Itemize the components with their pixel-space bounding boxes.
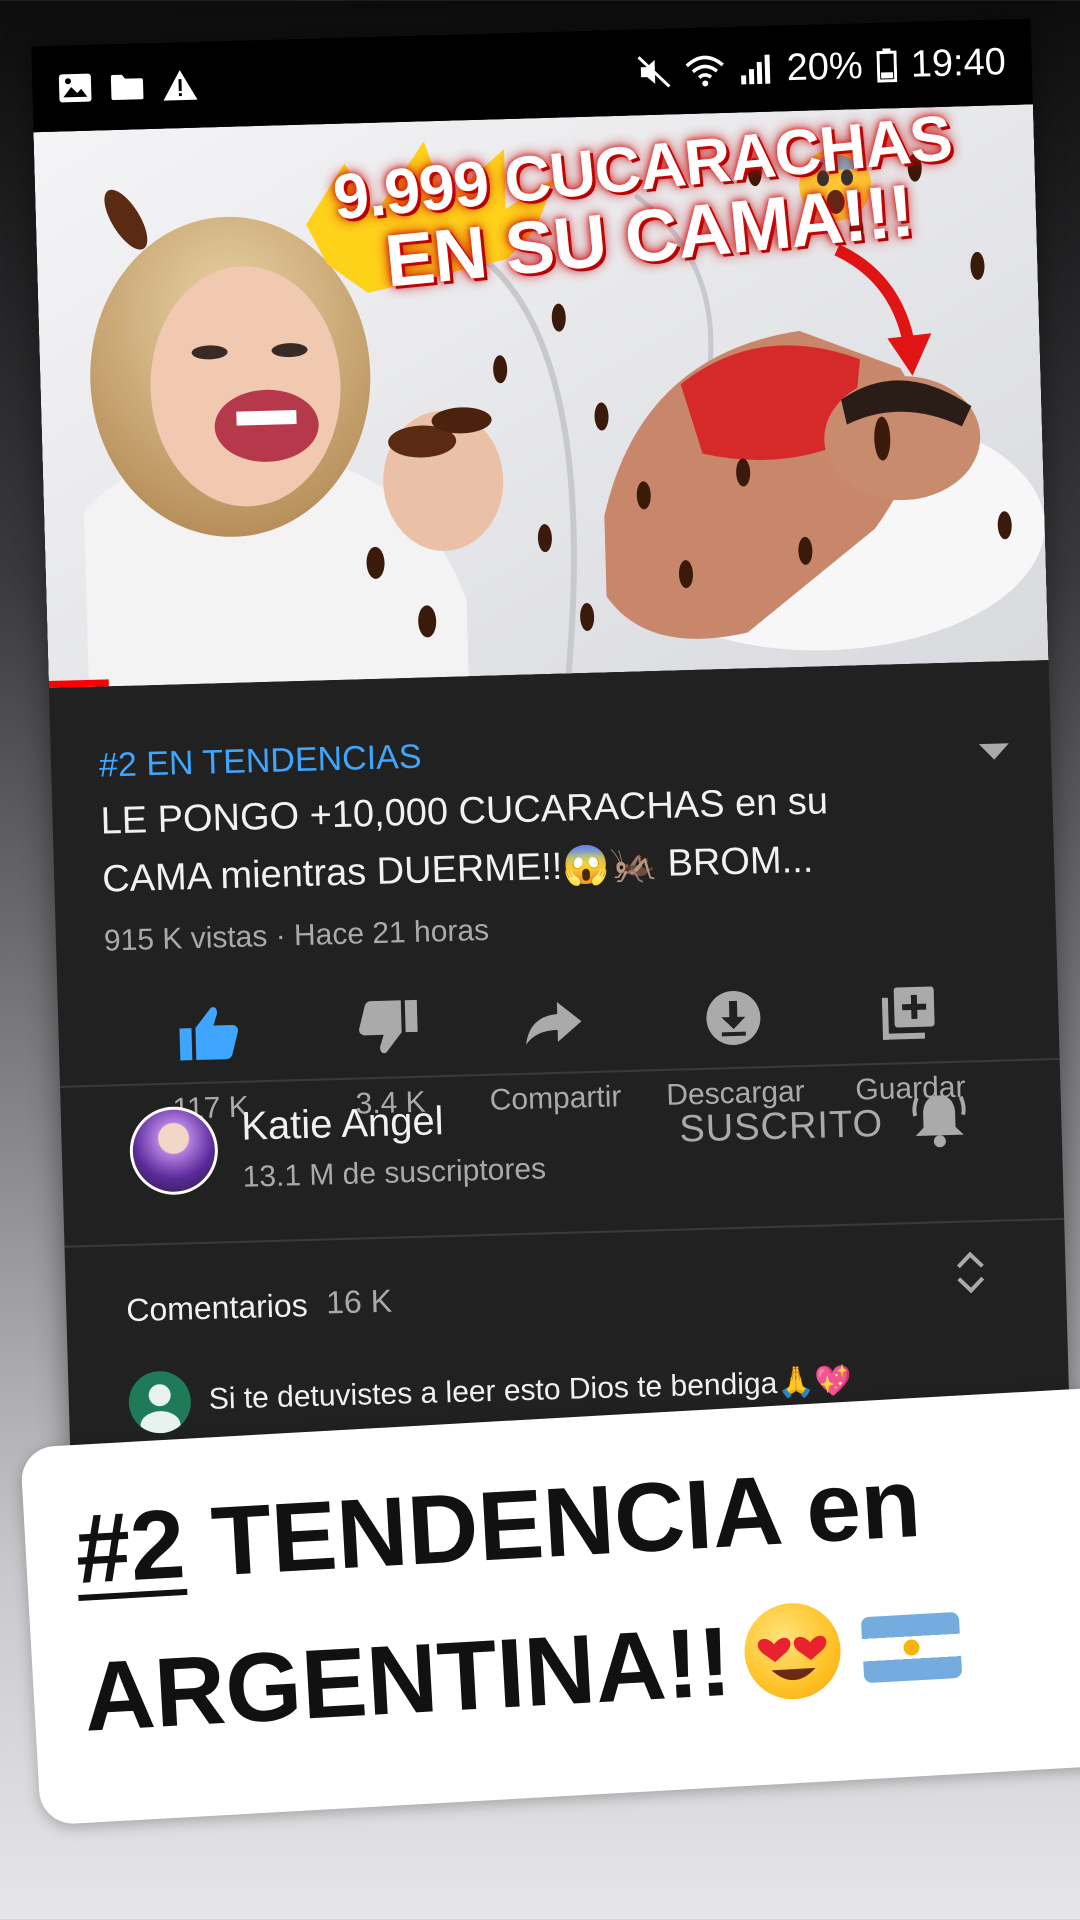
clock-time: 19:40	[910, 40, 1007, 86]
channel-avatar[interactable]	[128, 1105, 220, 1196]
youtube-screenshot: 20% 19:40 9.999 CUCARACHAS EN SU CAMA!!!…	[30, 18, 1074, 1566]
commenter-avatar	[128, 1370, 192, 1435]
thumbs-up-icon	[118, 999, 300, 1066]
subscribed-button[interactable]: SUSCRITO	[679, 1103, 884, 1152]
mute-icon	[636, 54, 671, 89]
warning-icon	[162, 69, 199, 102]
folder-icon	[110, 72, 145, 101]
channel-name[interactable]: Katie Angel	[241, 1099, 445, 1150]
image-icon	[58, 73, 93, 104]
trending-label[interactable]: #2 EN TENDENCIAS	[99, 738, 422, 786]
caption-line1: TENDENCIA en	[181, 1446, 924, 1598]
add-to-playlist-icon	[817, 980, 999, 1047]
chevron-down-icon[interactable]	[977, 741, 1012, 767]
video-progress-bar[interactable]	[48, 679, 109, 689]
comments-label: Comentarios	[125, 1287, 309, 1329]
caption-rank: #2	[72, 1488, 188, 1604]
video-thumbnail[interactable]: 9.999 CUCARACHAS EN SU CAMA!!!	[33, 104, 1049, 689]
share-icon	[458, 989, 650, 1056]
battery-percent: 20%	[786, 44, 864, 89]
story-stage: 20% 19:40 9.999 CUCARACHAS EN SU CAMA!!!…	[0, 0, 1080, 1920]
thumbs-down-icon	[298, 994, 480, 1061]
argentina-flag	[860, 1611, 963, 1684]
caption-text: #2 TENDENCIA en ARGENTINA!!	[72, 1419, 1080, 1770]
expand-collapse-icon[interactable]	[955, 1250, 986, 1300]
comments-section[interactable]: Comentarios 16 K Si te detuvistes a leer…	[65, 1228, 1069, 1435]
caption-line2: ARGENTINA!!	[80, 1605, 734, 1752]
comments-count: 16 K	[325, 1282, 393, 1321]
heart-eyes-emoji	[741, 1600, 843, 1702]
download-icon	[638, 984, 830, 1051]
subscriber-count: 13.1 M de suscriptores	[242, 1152, 547, 1194]
video-title[interactable]: LE PONGO +10,000 CUCARACHAS en su CAMA m…	[100, 770, 923, 909]
video-meta: 915 K vistas · Hace 21 horas	[103, 913, 490, 958]
battery-icon	[876, 48, 898, 83]
story-caption: #2 TENDENCIA en ARGENTINA!!	[20, 1386, 1080, 1826]
wifi-icon	[684, 53, 725, 88]
bell-icon[interactable]	[910, 1089, 968, 1156]
signal-icon	[738, 53, 773, 86]
